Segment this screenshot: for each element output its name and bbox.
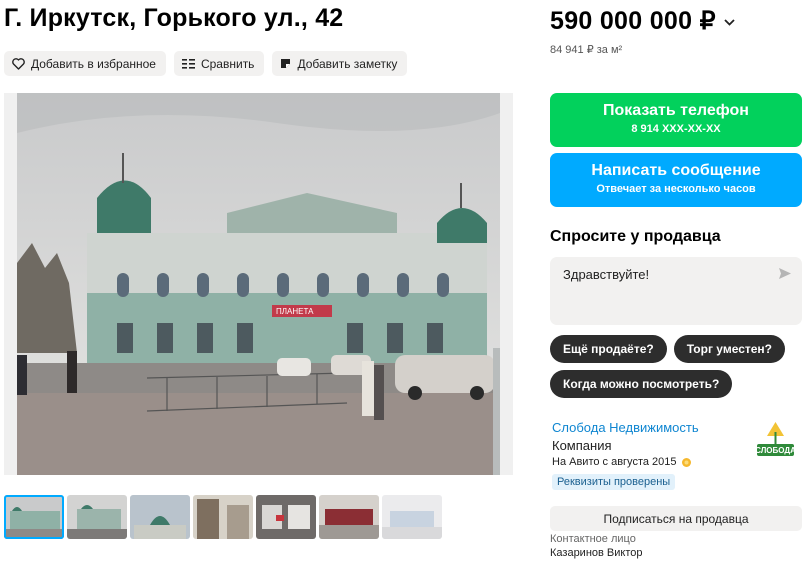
thumbnail-image xyxy=(67,495,127,539)
building-photo: ПЛАНЕТА xyxy=(17,93,500,475)
price-per-m2: 84 941 ₽ за м² xyxy=(550,44,623,56)
shop-sign: ПЛАНЕТА xyxy=(276,307,314,316)
seller-logo[interactable]: СЛОБОДА xyxy=(753,420,798,458)
seller-logo-text: СЛОБОДА xyxy=(755,446,796,455)
quick-question-bargain[interactable]: Торг уместен? xyxy=(673,335,786,363)
thumbnail-image xyxy=(256,495,316,539)
add-favorite-label: Добавить в избранное xyxy=(31,56,156,71)
thumbnail-image xyxy=(130,495,190,539)
quick-question-viewing[interactable]: Когда можно посмотреть? xyxy=(550,370,733,398)
contact-person-name: Казаринов Виктор xyxy=(550,547,643,559)
ask-seller-title: Спросите у продавца xyxy=(550,228,721,245)
ask-seller-input[interactable]: Здравствуйте! xyxy=(550,257,802,325)
compare-label: Сравнить xyxy=(200,56,255,71)
show-phone-button[interactable]: Показать телефон 8 914 XXX-XX-XX xyxy=(550,93,802,147)
photo-thumbnails xyxy=(4,495,442,539)
seller-since-text: На Авито с августа 2015 xyxy=(552,456,677,468)
contact-person-label: Контактное лицо xyxy=(550,533,636,545)
show-phone-label: Показать телефон xyxy=(603,102,749,119)
thumbnail-image xyxy=(193,495,253,539)
thumbnail-image xyxy=(4,495,64,539)
write-message-label: Написать сообщение xyxy=(591,162,761,179)
medal-icon xyxy=(681,457,691,467)
quick-question-still-selling[interactable]: Ещё продаёте? xyxy=(550,335,667,363)
thumbnail-4[interactable] xyxy=(193,495,253,539)
thumbnail-2[interactable] xyxy=(67,495,127,539)
compare-icon xyxy=(181,58,195,69)
note-icon xyxy=(281,59,291,68)
seller-since: На Авито с августа 2015 xyxy=(552,456,692,468)
quick-questions: Ещё продаёте? Торг уместен? Когда можно … xyxy=(550,335,802,398)
phone-number-masked: 8 914 XXX-XX-XX xyxy=(631,123,721,135)
send-icon[interactable] xyxy=(778,267,792,280)
main-photo[interactable]: ПЛАНЕТА xyxy=(4,93,513,475)
seller-type: Компания xyxy=(552,438,612,453)
listing-actions: Добавить в избранное Сравнить Добавить з… xyxy=(4,51,408,76)
heart-icon xyxy=(12,57,25,70)
thumbnail-7[interactable] xyxy=(382,495,442,539)
listing-title: Г. Иркутск, Горького ул., 42 xyxy=(4,4,344,32)
subscribe-seller-button[interactable]: Подписаться на продавца xyxy=(550,506,802,531)
thumbnail-5[interactable] xyxy=(256,495,316,539)
thumbnail-1[interactable] xyxy=(4,495,64,539)
price: 590 000 000 ₽ xyxy=(550,7,716,35)
ask-seller-message: Здравствуйте! xyxy=(563,267,650,282)
add-favorite-button[interactable]: Добавить в избранное xyxy=(4,51,166,76)
chevron-down-icon[interactable] xyxy=(724,18,735,26)
add-note-button[interactable]: Добавить заметку xyxy=(272,51,408,76)
verified-badge: Реквизиты проверены xyxy=(552,474,676,490)
price-row[interactable]: 590 000 000 ₽ xyxy=(550,6,735,36)
thumbnail-3[interactable] xyxy=(130,495,190,539)
reply-time-note: Отвечает за несколько часов xyxy=(596,183,756,195)
add-note-label: Добавить заметку xyxy=(297,56,398,71)
thumbnail-image xyxy=(382,495,442,539)
compare-button[interactable]: Сравнить xyxy=(173,51,265,76)
thumbnail-6[interactable] xyxy=(319,495,379,539)
write-message-button[interactable]: Написать сообщение Отвечает за несколько… xyxy=(550,153,802,207)
seller-name-link[interactable]: Слобода Недвижимость xyxy=(552,420,699,435)
thumbnail-image xyxy=(319,495,379,539)
